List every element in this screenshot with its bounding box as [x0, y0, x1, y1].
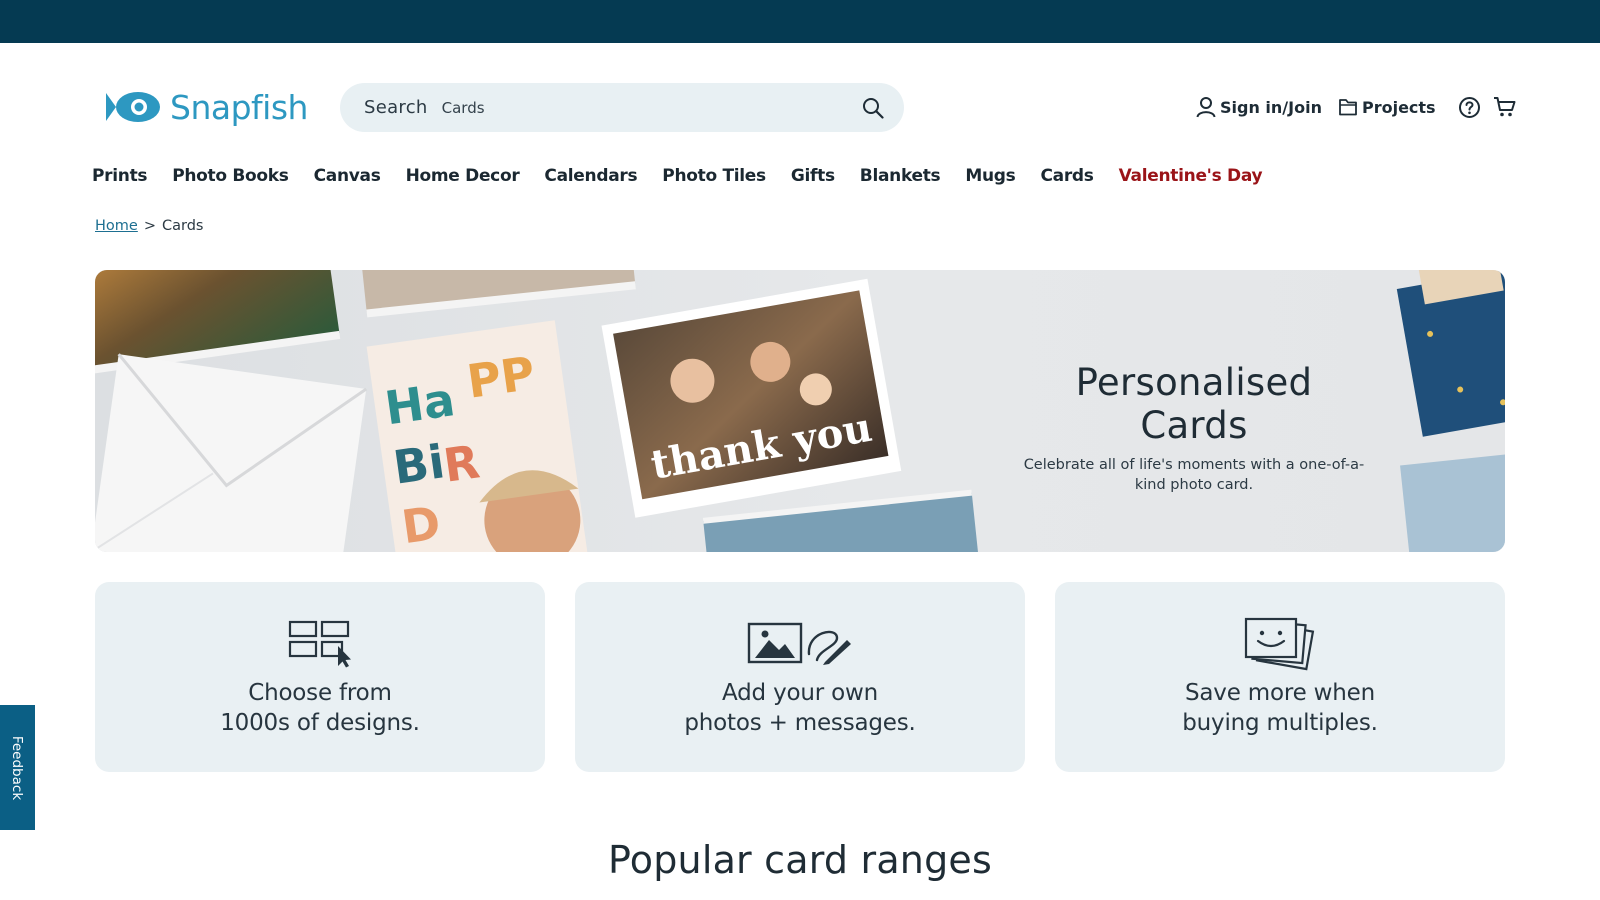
nav-item-gifts[interactable]: Gifts: [791, 166, 835, 186]
nav-item-photo-books[interactable]: Photo Books: [172, 166, 289, 186]
search-icon: [863, 98, 884, 119]
feature-card-designs: Choose from 1000s of designs.: [95, 582, 545, 772]
design-grid-icon: [288, 620, 351, 668]
feature-text-designs: Choose from 1000s of designs.: [220, 680, 420, 737]
search-input[interactable]: [441, 98, 822, 117]
search-label: Search: [364, 97, 428, 118]
svg-text:Ha: Ha: [382, 372, 458, 435]
svg-text:PP: PP: [464, 346, 538, 409]
hero-title: Personalised Cards: [1075, 361, 1313, 447]
svg-text:D: D: [398, 495, 443, 552]
fish-logo-icon: [106, 92, 160, 122]
brand-name: Snapfish: [170, 87, 308, 127]
popular-card-ranges-heading: Popular card ranges: [608, 838, 992, 882]
help-icon: [1458, 96, 1480, 118]
projects-link[interactable]: Projects: [1338, 97, 1436, 117]
search-button[interactable]: [860, 95, 886, 121]
sign-in-label: Sign in/Join: [1220, 97, 1322, 117]
hero-subtitle: Celebrate all of life's moments with a o…: [1023, 457, 1365, 494]
search-bar: Search: [340, 83, 904, 132]
nav-item-valentines-day[interactable]: Valentine's Day: [1119, 166, 1263, 186]
hero-banner: Ha PP Bi R D thank you Personalised Card…: [95, 270, 1505, 552]
snapfish-logo[interactable]: Snapfish: [104, 85, 308, 129]
breadcrumb-current: Cards: [161, 218, 204, 234]
nav-item-home-decor[interactable]: Home Decor: [406, 166, 520, 186]
nav-item-cards[interactable]: Cards: [1041, 166, 1094, 186]
feature-text-photos: Add your own photos + messages.: [684, 680, 916, 737]
cart-icon: [1493, 97, 1516, 117]
user-icon: [1196, 97, 1216, 118]
hero-text-block: Personalised Cards Celebrate all of life…: [1019, 361, 1369, 496]
svg-text:Bi: Bi: [390, 434, 448, 495]
feedback-label: Feedback: [9, 735, 26, 800]
projects-label: Projects: [1361, 97, 1436, 117]
feature-card-photos: Add your own photos + messages.: [575, 582, 1025, 772]
nav-item-photo-tiles[interactable]: Photo Tiles: [662, 166, 766, 186]
top-banner: [0, 0, 1600, 43]
sign-in-link[interactable]: Sign in/Join: [1196, 96, 1322, 118]
site-header: Snapfish Search Sign in/Join Projects: [0, 43, 1600, 153]
breadcrumb-home-link[interactable]: Home: [95, 218, 138, 234]
help-button[interactable]: [1458, 96, 1481, 119]
feature-card-multiples: Save more when buying multiples.: [1055, 582, 1505, 772]
account-links: Sign in/Join Projects: [1196, 93, 1517, 121]
nav-item-mugs[interactable]: Mugs: [965, 166, 1015, 186]
nav-item-calendars[interactable]: Calendars: [544, 166, 637, 186]
stacked-cards-icon: [1244, 617, 1315, 671]
svg-text:R: R: [440, 434, 483, 492]
main-nav: Prints Photo Books Canvas Home Decor Cal…: [92, 163, 1287, 189]
folder-icon: [1339, 99, 1357, 116]
feedback-tab[interactable]: Feedback: [0, 705, 35, 830]
nav-item-blankets[interactable]: Blankets: [860, 166, 941, 186]
cart-button[interactable]: [1493, 96, 1517, 118]
nav-item-canvas[interactable]: Canvas: [314, 166, 381, 186]
nav-item-prints[interactable]: Prints: [92, 166, 148, 186]
feature-cards: Choose from 1000s of designs. Add your o…: [95, 582, 1505, 772]
feature-text-multiples: Save more when buying multiples.: [1182, 680, 1378, 737]
breadcrumb: Home > Cards: [95, 218, 203, 234]
photo-edit-icon: [747, 622, 851, 665]
breadcrumb-separator: >: [143, 218, 156, 234]
